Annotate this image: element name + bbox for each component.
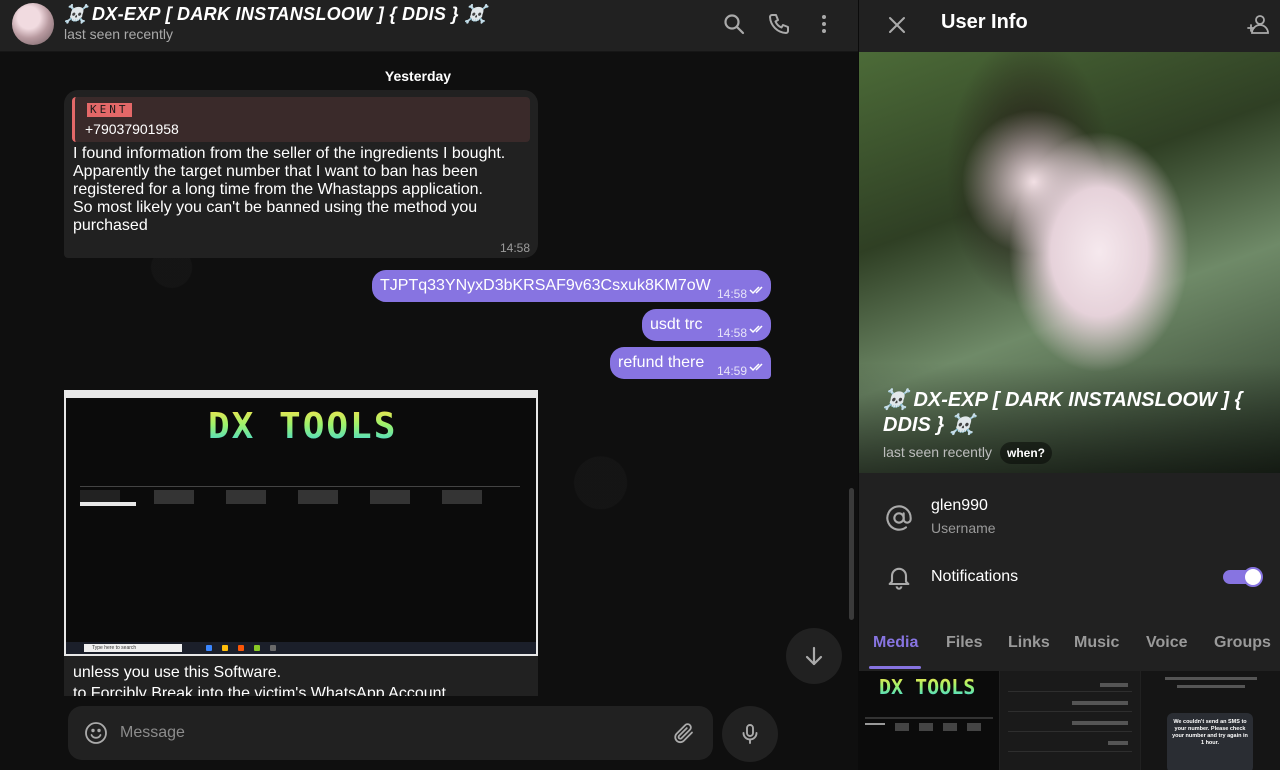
paperclip-icon[interactable] bbox=[672, 721, 696, 745]
tab-links[interactable]: Links bbox=[1008, 634, 1050, 652]
menu-highlight bbox=[865, 723, 885, 725]
reply-quote[interactable]: KENT +79037901958 bbox=[72, 97, 530, 142]
double-check-icon bbox=[749, 363, 763, 372]
value-block bbox=[1072, 701, 1128, 705]
caption-line: unless you use this Software. bbox=[73, 664, 282, 681]
screenshot-window-title: Windows PowerShell - dx tools bbox=[69, 390, 124, 395]
dx-tools-logo: DX TOOLS bbox=[208, 406, 398, 447]
profile-name: ☠️ DX-EXP [ DARK INSTANSLOOW ] { DDIS } … bbox=[883, 389, 1243, 436]
divider bbox=[1008, 751, 1132, 752]
username-row[interactable]: glen990 Username bbox=[859, 490, 1280, 546]
active-tab-indicator bbox=[869, 666, 921, 669]
divider bbox=[1008, 691, 1132, 692]
taskbar-app-icon bbox=[254, 645, 260, 651]
value-block bbox=[1108, 741, 1128, 745]
divider bbox=[1008, 711, 1132, 712]
message-composer bbox=[68, 706, 713, 760]
header-line bbox=[1177, 685, 1245, 688]
screenshot-taskbar: Type here to search bbox=[66, 642, 536, 654]
search-icon[interactable] bbox=[722, 12, 746, 36]
divider bbox=[80, 486, 520, 487]
menu-highlight bbox=[80, 502, 136, 506]
taskbar-app-icon bbox=[270, 645, 276, 651]
when-button[interactable]: when? bbox=[1000, 442, 1052, 464]
tab-groups[interactable]: Groups bbox=[1214, 634, 1271, 652]
menu-columns bbox=[895, 723, 991, 731]
add-contact-icon[interactable] bbox=[1247, 12, 1271, 36]
notifications-label: Notifications bbox=[931, 568, 1019, 585]
media-caption: unless you use this Software. to Forcibl… bbox=[64, 656, 538, 696]
message-input[interactable] bbox=[120, 718, 660, 748]
media-grid: DX TOOLS We couldn't send an SMS to your… bbox=[859, 671, 1280, 770]
value-block bbox=[1100, 683, 1128, 687]
phone-icon[interactable] bbox=[767, 12, 791, 36]
dialog-text: We couldn't send an SMS to your number. … bbox=[1172, 719, 1248, 746]
avatar[interactable] bbox=[12, 3, 54, 45]
tab-media[interactable]: Media bbox=[873, 634, 918, 652]
message-text: I found information from the seller of t… bbox=[73, 145, 506, 234]
message-time: 14:58 bbox=[717, 287, 748, 301]
chat-title[interactable]: ☠️ DX-EXP [ DARK INSTANSLOOW ] { DDIS } … bbox=[64, 4, 487, 25]
media-thumbnail[interactable] bbox=[1000, 671, 1140, 770]
scroll-down-button[interactable] bbox=[786, 628, 842, 684]
media-screenshot[interactable]: Windows PowerShell - dx tools DX TOOLS T… bbox=[64, 390, 538, 656]
username-label: Username bbox=[931, 520, 996, 536]
chat-header[interactable]: ☠️ DX-EXP [ DARK INSTANSLOOW ] { DDIS } … bbox=[0, 0, 858, 52]
taskbar-search: Type here to search bbox=[84, 644, 182, 652]
tab-files[interactable]: Files bbox=[946, 634, 982, 652]
menu-columns bbox=[154, 490, 514, 504]
toggle-knob bbox=[1243, 567, 1263, 587]
message-bubble-outgoing[interactable]: refund there 14:59 bbox=[610, 347, 771, 379]
date-separator: Yesterday bbox=[384, 68, 452, 84]
taskbar-app-icon bbox=[206, 645, 212, 651]
close-icon[interactable] bbox=[885, 13, 909, 37]
taskbar-app-icon bbox=[222, 645, 228, 651]
panel-header: User Info bbox=[859, 0, 1280, 52]
microphone-icon bbox=[742, 724, 758, 744]
tab-music[interactable]: Music bbox=[1074, 634, 1119, 652]
media-tabs: Media Files Links Music Voice Groups bbox=[859, 622, 1280, 670]
smile-icon[interactable] bbox=[84, 721, 108, 745]
divider bbox=[865, 717, 993, 719]
username-value: glen990 bbox=[931, 497, 988, 514]
user-info-panel: User Info ☠️ DX-EXP [ DARK INSTANSLOOW ]… bbox=[858, 0, 1280, 770]
more-vertical-icon[interactable] bbox=[812, 12, 836, 36]
message-bubble-outgoing[interactable]: usdt trc 14:58 bbox=[642, 309, 771, 341]
value-block bbox=[1072, 721, 1128, 725]
message-bubble-outgoing[interactable]: TJPTq33YNyxD3bKRSAF9v63Csxuk8KM7oW 14:58 bbox=[372, 270, 771, 302]
thumbnail-dialog: We couldn't send an SMS to your number. … bbox=[1167, 713, 1253, 770]
divider bbox=[1008, 731, 1132, 732]
notifications-row[interactable]: Notifications bbox=[859, 558, 1280, 614]
thumbnail-logo: DX TOOLS bbox=[879, 675, 976, 699]
message-time: 14:58 bbox=[500, 241, 531, 255]
message-time: 14:59 bbox=[717, 364, 748, 378]
chat-status: last seen recently bbox=[64, 26, 173, 42]
chat-column: ☠️ DX-EXP [ DARK INSTANSLOOW ] { DDIS } … bbox=[0, 0, 858, 770]
scrollbar[interactable] bbox=[849, 488, 854, 620]
header-line bbox=[1165, 677, 1257, 680]
at-sign-icon bbox=[886, 505, 912, 531]
profile-photo[interactable]: ☠️ DX-EXP [ DARK INSTANSLOOW ] { DDIS } … bbox=[859, 52, 1280, 473]
profile-status: last seen recently bbox=[883, 444, 992, 460]
notifications-toggle[interactable] bbox=[1223, 567, 1263, 587]
caption-line: to Forcibly Break into the victim's What… bbox=[73, 685, 446, 696]
bell-icon bbox=[888, 567, 910, 590]
message-text: TJPTq33YNyxD3bKRSAF9v63Csxuk8KM7oW bbox=[380, 277, 711, 294]
media-thumbnail[interactable]: DX TOOLS bbox=[859, 671, 999, 770]
taskbar-app-icon bbox=[238, 645, 244, 651]
arrow-down-icon bbox=[805, 646, 823, 666]
double-check-icon bbox=[749, 286, 763, 295]
reply-sender: KENT bbox=[87, 103, 132, 117]
media-thumbnail[interactable]: We couldn't send an SMS to your number. … bbox=[1141, 671, 1280, 770]
message-time: 14:58 bbox=[717, 326, 748, 340]
message-text: usdt trc bbox=[650, 316, 703, 333]
reply-text: +79037901958 bbox=[85, 121, 179, 137]
double-check-icon bbox=[749, 325, 763, 334]
voice-record-button[interactable] bbox=[722, 706, 778, 762]
message-text: refund there bbox=[618, 354, 705, 371]
panel-title: User Info bbox=[941, 11, 1028, 33]
tab-voice[interactable]: Voice bbox=[1146, 634, 1188, 652]
